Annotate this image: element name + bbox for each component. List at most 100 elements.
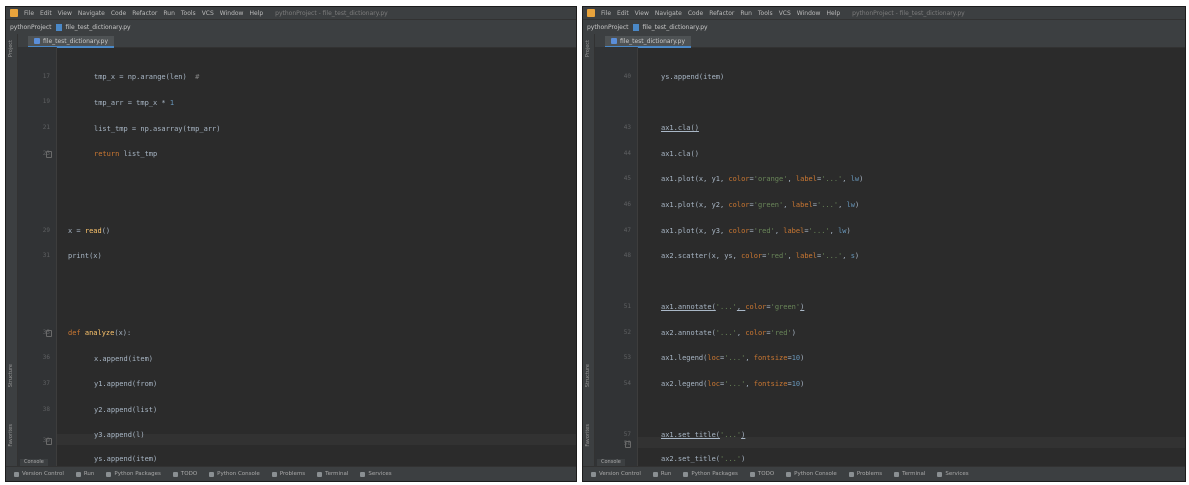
code-line[interactable]: y3.append(l) bbox=[94, 431, 145, 439]
status-label: Version Control bbox=[599, 471, 641, 477]
status-run[interactable]: Run bbox=[652, 471, 671, 477]
line-number: 48 bbox=[623, 252, 631, 259]
line-number: 46 bbox=[623, 201, 631, 208]
line-number: 45 bbox=[623, 175, 631, 182]
breadcrumb-file[interactable]: file_test_dictionary.py bbox=[643, 24, 708, 31]
status-problems[interactable]: Problems bbox=[271, 471, 305, 477]
code-line[interactable]: ys.append(item) bbox=[661, 73, 724, 81]
fold-icon[interactable] bbox=[46, 438, 52, 445]
code-line[interactable]: def analyze(x): bbox=[68, 329, 131, 337]
code-line[interactable]: return list_tmp bbox=[94, 150, 157, 158]
status-python-console[interactable]: Python Console bbox=[786, 471, 837, 477]
code-line[interactable]: ys.append(item) bbox=[94, 455, 157, 463]
menu-navigate[interactable]: Navigate bbox=[655, 10, 682, 17]
breadcrumb-project[interactable]: pythonProject bbox=[10, 24, 52, 31]
code-line[interactable]: tmp_x = np.arange(len) # bbox=[94, 73, 199, 81]
menu-help[interactable]: Help bbox=[249, 10, 263, 17]
code-line[interactable]: ax1.plot(x, y1, color='orange', label='.… bbox=[661, 175, 863, 183]
menu-navigate[interactable]: Navigate bbox=[78, 10, 105, 17]
status-todo[interactable]: TODO bbox=[749, 471, 774, 477]
breadcrumb-project[interactable]: pythonProject bbox=[587, 24, 629, 31]
fold-icon[interactable] bbox=[625, 441, 631, 448]
fold-icon[interactable] bbox=[46, 330, 52, 337]
status-run[interactable]: Run bbox=[75, 471, 95, 477]
menu-window[interactable]: Window bbox=[220, 10, 244, 17]
status-label: Python Packages bbox=[691, 471, 738, 477]
status-version-control[interactable]: Version Control bbox=[14, 471, 64, 477]
structure-tool-button[interactable]: Structure bbox=[585, 364, 591, 387]
code-line[interactable]: x = read() bbox=[68, 227, 110, 235]
project-tool-button[interactable]: Project bbox=[585, 40, 591, 57]
code-line[interactable]: ax2.scatter(x, ys, color='red', label='.… bbox=[661, 252, 859, 260]
code-line[interactable]: ax1.set_title('...') bbox=[661, 431, 745, 439]
status-label: Run bbox=[83, 471, 95, 477]
status-python-packages[interactable]: Python Packages bbox=[106, 471, 161, 477]
menu-refactor[interactable]: Refactor bbox=[132, 10, 157, 17]
packages-icon bbox=[683, 471, 689, 477]
status-version-control[interactable]: Version Control bbox=[591, 471, 641, 477]
menu-edit[interactable]: Edit bbox=[40, 10, 52, 17]
menu-edit[interactable]: Edit bbox=[617, 10, 629, 17]
code-line[interactable]: ax1.plot(x, y2, color='green', label='..… bbox=[661, 201, 859, 209]
status-label: Version Control bbox=[22, 471, 64, 477]
code-line[interactable]: tmp_arr = tmp_x * 1 bbox=[94, 99, 174, 107]
packages-icon bbox=[106, 471, 112, 477]
breadcrumb-file[interactable]: file_test_dictionary.py bbox=[66, 24, 131, 31]
code-line[interactable]: print(x) bbox=[68, 252, 102, 260]
code-line[interactable]: list_tmp = np.asarray(tmp_arr) bbox=[94, 125, 220, 133]
left-ide-window: File Edit View Navigate Code Refactor Ru… bbox=[5, 6, 577, 482]
structure-tool-button[interactable]: Structure bbox=[8, 364, 14, 387]
file-icon bbox=[632, 23, 639, 31]
status-terminal[interactable]: Terminal bbox=[894, 471, 925, 477]
project-tool-button[interactable]: Project bbox=[8, 40, 14, 57]
right-ide-window: File Edit View Navigate Code Refactor Ru… bbox=[582, 6, 1186, 482]
menu-file[interactable]: File bbox=[601, 10, 611, 17]
code-line[interactable]: ax1.cla() bbox=[661, 124, 699, 132]
code-line[interactable]: ax1.cla() bbox=[661, 150, 699, 158]
console-icon bbox=[209, 471, 215, 477]
menu-view[interactable]: View bbox=[635, 10, 649, 17]
code-line[interactable]: ax1.legend(loc='...', fontsize=10) bbox=[661, 354, 804, 362]
run-icon bbox=[652, 471, 658, 477]
menu-help[interactable]: Help bbox=[826, 10, 840, 17]
status-services[interactable]: Services bbox=[937, 471, 969, 477]
editor-tab-bar: file_test_dictionary.py bbox=[595, 34, 1185, 48]
menu-refactor[interactable]: Refactor bbox=[709, 10, 734, 17]
status-terminal[interactable]: Terminal bbox=[317, 471, 348, 477]
line-number: 21 bbox=[42, 124, 50, 131]
status-python-packages[interactable]: Python Packages bbox=[683, 471, 738, 477]
fold-icon[interactable] bbox=[46, 151, 52, 158]
menu-file[interactable]: File bbox=[24, 10, 34, 17]
menu-view[interactable]: View bbox=[58, 10, 72, 17]
menu-window[interactable]: Window bbox=[797, 10, 821, 17]
status-services[interactable]: Services bbox=[360, 471, 392, 477]
code-line[interactable]: y2.append(list) bbox=[94, 406, 157, 414]
line-number-gutter: 40 43 44 45 46 47 48 51 52 53 54 57 58 bbox=[595, 47, 638, 467]
menu-code[interactable]: Code bbox=[111, 10, 126, 17]
code-line[interactable]: ax2.set_title('...') bbox=[661, 455, 745, 463]
code-line[interactable]: ax1.annotate('...', color='green') bbox=[661, 303, 804, 311]
code-line[interactable]: x.append(item) bbox=[94, 355, 153, 363]
menu-code[interactable]: Code bbox=[688, 10, 703, 17]
status-label: Services bbox=[945, 471, 969, 477]
menu-vcs[interactable]: VCS bbox=[779, 10, 791, 17]
code-line[interactable]: ax1.plot(x, y3, color='red', label='...'… bbox=[661, 227, 851, 235]
status-todo[interactable]: TODO bbox=[172, 471, 197, 477]
status-label: Python Console bbox=[217, 471, 260, 477]
code-line[interactable]: ax2.annotate('...', color='red') bbox=[661, 329, 796, 337]
status-python-console[interactable]: Python Console bbox=[209, 471, 260, 477]
code-line[interactable]: y1.append(from) bbox=[94, 380, 157, 388]
menu-run[interactable]: Run bbox=[740, 10, 752, 17]
favorites-tool-button[interactable]: Favorites bbox=[8, 424, 14, 447]
status-label: Services bbox=[368, 471, 392, 477]
menu-run[interactable]: Run bbox=[163, 10, 175, 17]
favorites-tool-button[interactable]: Favorites bbox=[585, 424, 591, 447]
code-line[interactable]: ax2.legend(loc='...', fontsize=10) bbox=[661, 380, 804, 388]
menu-tools[interactable]: Tools bbox=[758, 10, 773, 17]
line-number: 53 bbox=[623, 354, 631, 361]
status-problems[interactable]: Problems bbox=[848, 471, 882, 477]
status-label: Python Console bbox=[794, 471, 837, 477]
menu-tools[interactable]: Tools bbox=[181, 10, 196, 17]
status-bar: Version Control Run Python Packages TODO… bbox=[6, 466, 576, 481]
menu-vcs[interactable]: VCS bbox=[202, 10, 214, 17]
